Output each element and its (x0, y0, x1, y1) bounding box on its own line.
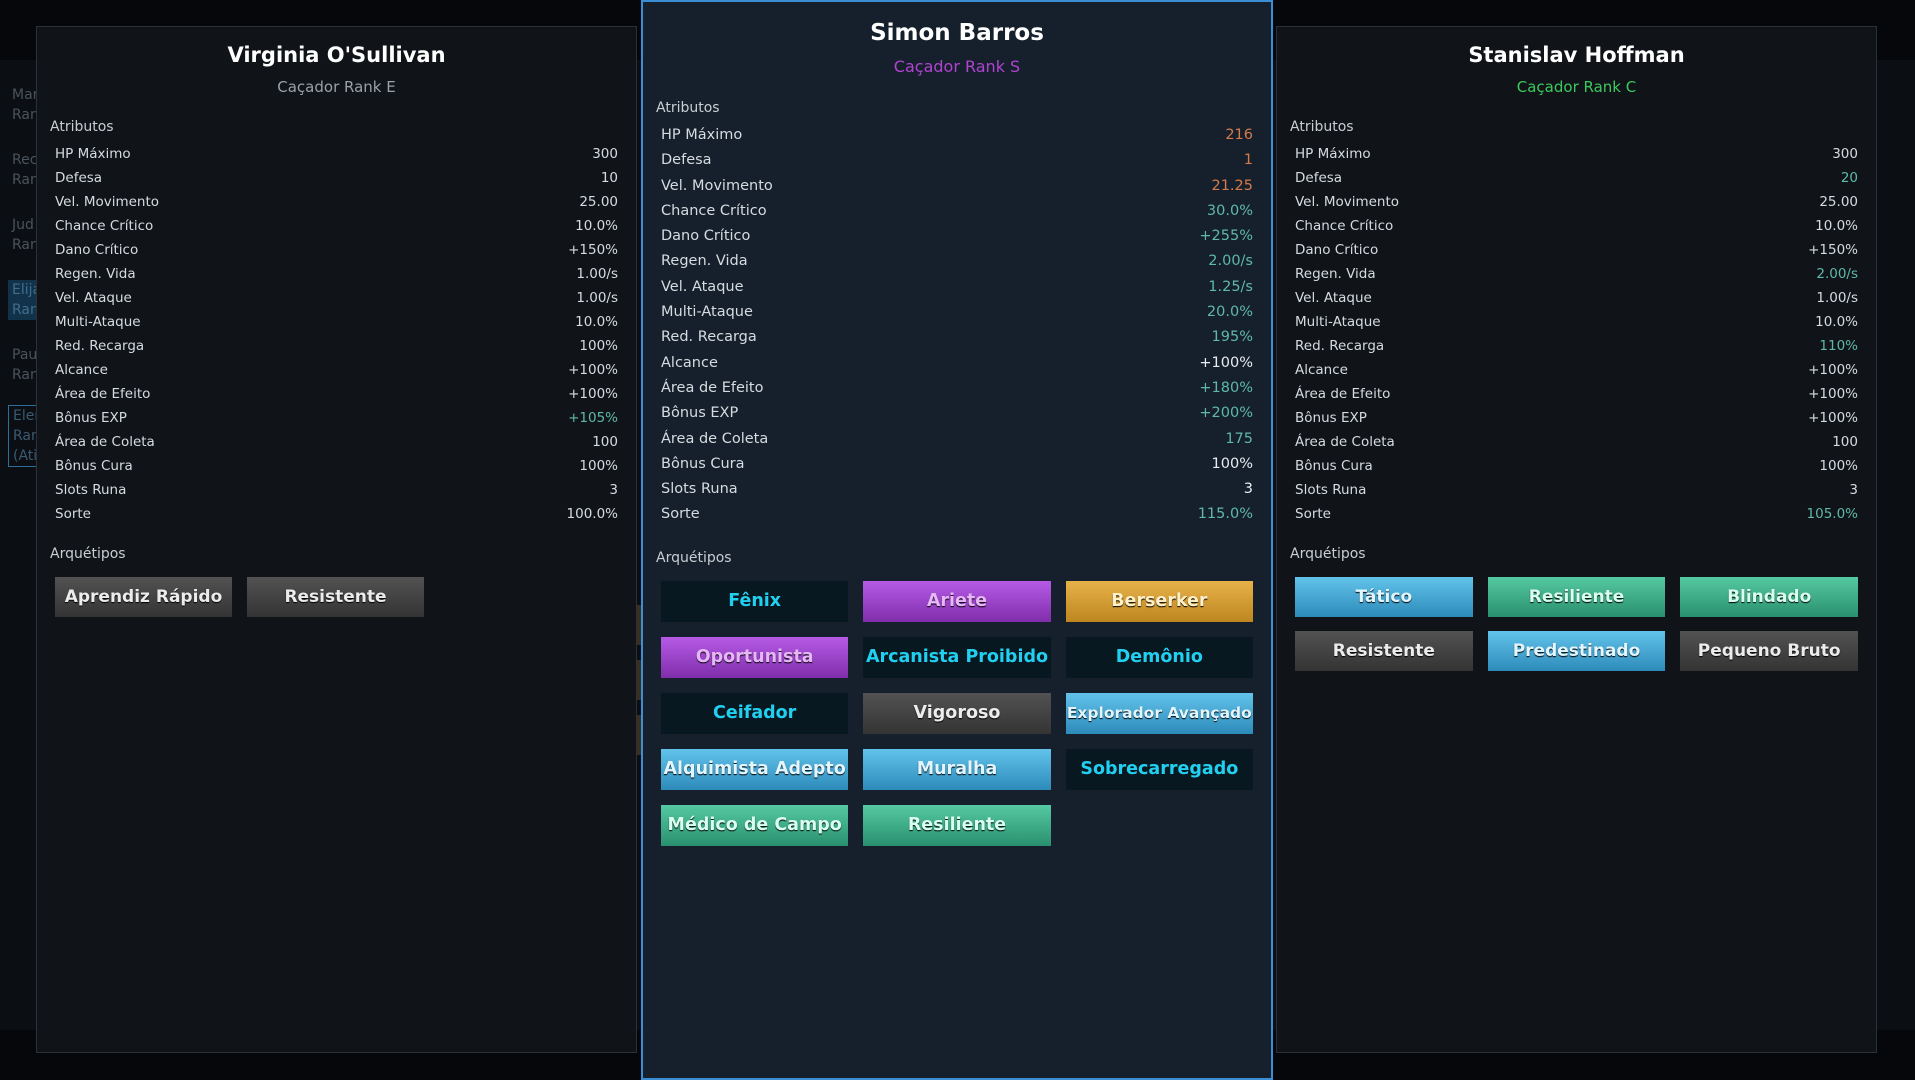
attributes-heading: Atributos (1290, 119, 1354, 135)
archetype-chip[interactable]: Oportunista (661, 636, 849, 678)
hunter-name: Virginia O'Sullivan (227, 43, 446, 67)
attr-row: Vel. Movimento 25.00 (1295, 194, 1858, 210)
attr-row: Chance Crítico 10.0% (55, 218, 618, 234)
attr-row: Defesa 1 (661, 152, 1253, 169)
attr-row: HP Máximo 300 (55, 146, 618, 162)
archetypes-grid: Aprendiz Rápido Resistente (55, 577, 618, 617)
attr-row: Defesa 20 (1295, 170, 1858, 186)
attributes-list: HP Máximo 300 Defesa 10 Vel. Movimento 25.0… (55, 142, 618, 526)
hunter-rank: Caçador Rank S (893, 57, 1021, 76)
attributes-heading: Atributos (656, 100, 720, 116)
attr-row: Vel. Ataque 1.25/s (661, 278, 1253, 295)
attr-row: Dano Crítico +150% (1295, 242, 1858, 258)
attr-row: Vel. Movimento 21.25 (661, 177, 1253, 194)
attr-row: Chance Crítico 10.0% (1295, 218, 1858, 234)
archetype-chip[interactable]: Pequeno Bruto (1680, 631, 1858, 671)
attr-row: Alcance +100% (1295, 362, 1858, 378)
archetype-chip[interactable]: Ceifador (661, 692, 849, 734)
list-item: Mar Ran (12, 87, 39, 123)
attr-row: Slots Runa 3 (1295, 482, 1858, 498)
attr-row: Vel. Movimento 25.00 (55, 194, 618, 210)
attr-row: Defesa 10 (55, 170, 618, 186)
archetype-chip[interactable]: Alquimista Adepto (661, 748, 849, 790)
attr-row: Multi-Ataque 20.0% (661, 304, 1253, 321)
attr-row: Área de Coleta 100 (55, 434, 618, 450)
archetype-chip[interactable]: Demônio (1065, 636, 1253, 678)
archetype-chip[interactable]: Arcanista Proibido (863, 636, 1051, 678)
archetype-chip[interactable]: Aprendiz Rápido (55, 577, 232, 617)
archetype-chip[interactable]: Médico de Campo (661, 804, 849, 846)
attributes-list: HP Máximo 216 Defesa 1 Vel. Movimento 21.25… (661, 123, 1253, 528)
archetype-chip[interactable]: Muralha (863, 748, 1051, 790)
list-item: Jud Ran (12, 217, 39, 253)
attr-row: Bônus EXP +105% (55, 410, 618, 426)
attr-row: Dano Crítico +150% (55, 242, 618, 258)
hunter-card-right[interactable]: Stanislav Hoffman Caçador Rank C Atribut… (1276, 26, 1877, 1053)
archetype-chip[interactable]: Resiliente (863, 804, 1051, 846)
attr-row: Vel. Ataque 1.00/s (1295, 290, 1858, 306)
attr-row: Slots Runa 3 (55, 482, 618, 498)
attr-row: Vel. Ataque 1.00/s (55, 290, 618, 306)
hunter-rank: Caçador Rank C (1516, 78, 1637, 96)
attr-row: Bônus EXP +100% (1295, 410, 1858, 426)
archetype-chip[interactable]: Blindado (1680, 577, 1858, 617)
archetype-chip[interactable]: Resistente (1295, 631, 1473, 671)
attr-row: Bônus EXP +200% (661, 405, 1253, 422)
archetypes-grid: Tático Resiliente Blindado Resistente Pr… (1295, 577, 1858, 671)
hunter-card-left[interactable]: Virginia O'Sullivan Caçador Rank E Atrib… (36, 26, 637, 1053)
attr-row: Regen. Vida 2.00/s (661, 253, 1253, 270)
archetype-chip[interactable]: Berserker (1065, 580, 1253, 622)
archetype-chip[interactable]: Ariete (863, 580, 1051, 622)
attr-row: Área de Coleta 100 (1295, 434, 1858, 450)
attr-row: Alcance +100% (661, 354, 1253, 371)
attr-row: Red. Recarga 100% (55, 338, 618, 354)
attr-row: Dano Crítico +255% (661, 228, 1253, 245)
attr-row: Red. Recarga 110% (1295, 338, 1858, 354)
attr-row: Sorte 105.0% (1295, 506, 1858, 522)
archetype-chip[interactable]: Predestinado (1487, 631, 1666, 671)
attr-row: HP Máximo 300 (1295, 146, 1858, 162)
archetypes-grid: Fênix Ariete Berserker Oportunista Arcan… (661, 580, 1253, 846)
attr-row: Bônus Cura 100% (661, 455, 1253, 472)
archetype-chip[interactable]: Tático (1295, 577, 1473, 617)
background-hunter-list: Mar Ran Rec Ran Jud Ran Elija Ran Pau Ran Ele… (0, 60, 40, 1030)
archetype-chip[interactable]: Sobrecarregado (1065, 748, 1253, 790)
hunter-name: Stanislav Hoffman (1468, 43, 1685, 67)
attr-row: Alcance +100% (55, 362, 618, 378)
attr-row: Sorte 100.0% (55, 506, 618, 522)
attr-row: Área de Coleta 175 (661, 430, 1253, 447)
attr-row: Bônus Cura 100% (55, 458, 618, 474)
archetypes-heading: Arquétipos (1290, 546, 1366, 562)
archetype-chip[interactable]: Vigoroso (863, 692, 1051, 734)
attr-row: Regen. Vida 1.00/s (55, 266, 618, 282)
attr-row: Multi-Ataque 10.0% (1295, 314, 1858, 330)
attr-row: HP Máximo 216 (661, 127, 1253, 143)
archetype-chip[interactable]: Fênix (661, 580, 849, 622)
attr-row: Área de Efeito +100% (55, 386, 618, 402)
attr-row: Área de Efeito +180% (661, 379, 1253, 396)
attr-row: Multi-Ataque 10.0% (55, 314, 618, 330)
attr-row: Bônus Cura 100% (1295, 458, 1858, 474)
attributes-heading: Atributos (50, 119, 114, 135)
hunter-name: Simon Barros (870, 20, 1044, 46)
archetype-chip[interactable]: Resistente (247, 577, 424, 617)
attributes-list: HP Máximo 300 Defesa 20 Vel. Movimento 25.0… (1295, 142, 1858, 526)
attr-row: Sorte 115.0% (661, 506, 1253, 523)
archetype-chip[interactable]: Explorador Avançado (1065, 692, 1253, 734)
attr-row: Chance Crítico 30.0% (661, 202, 1253, 219)
list-item: Rec Ran (12, 152, 39, 188)
attr-row: Slots Runa 3 (661, 481, 1253, 498)
archetypes-heading: Arquétipos (50, 546, 126, 562)
archetype-chip[interactable]: Resiliente (1487, 577, 1666, 617)
hunter-card-selected[interactable]: Simon Barros Caçador Rank S Atributos HP… (641, 0, 1273, 1080)
archetypes-heading: Arquétipos (656, 549, 732, 566)
list-item: Pau Ran (12, 347, 39, 383)
attr-row: Red. Recarga 195% (661, 329, 1253, 346)
attr-row: Área de Efeito +100% (1295, 386, 1858, 402)
attr-row: Regen. Vida 2.00/s (1295, 266, 1858, 282)
hunter-rank: Caçador Rank E (277, 78, 396, 96)
